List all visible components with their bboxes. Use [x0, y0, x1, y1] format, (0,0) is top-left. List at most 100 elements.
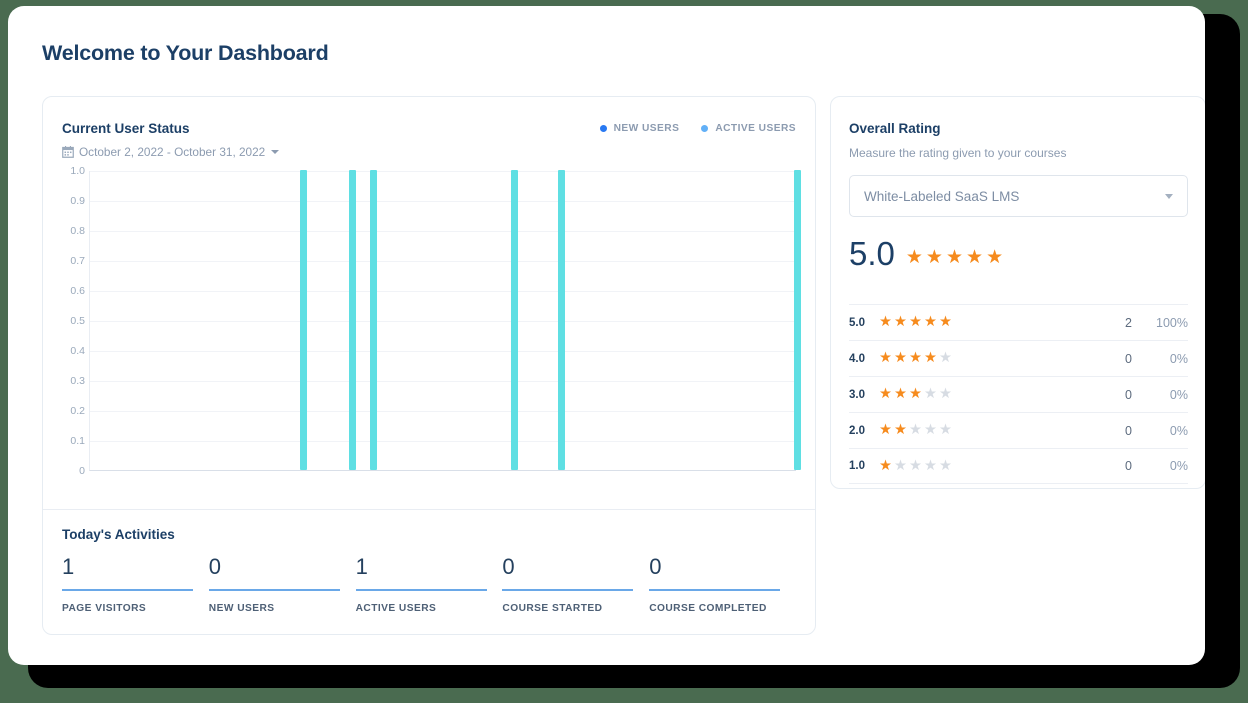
rating-breakdown-row[interactable]: 3.0 ★ ★ ★ ★ ★ 0 0%	[849, 376, 1188, 412]
y-axis-tick: 1.0	[70, 165, 85, 177]
y-axis-tick: 0.4	[70, 345, 85, 357]
activity-stat: 0 COURSE STARTED	[502, 554, 649, 615]
gridline	[90, 381, 796, 382]
rating-row-count: 2	[1125, 315, 1132, 330]
activity-stat: 0 NEW USERS	[208, 554, 356, 615]
star-filled-icon: ★	[909, 350, 922, 367]
rating-subtitle: Measure the rating given to your courses	[849, 146, 1067, 160]
overall-score-row: 5.0 ★ ★ ★ ★ ★	[849, 237, 1003, 270]
legend-item-active-users[interactable]: ACTIVE USERS	[701, 123, 796, 134]
gridline	[90, 201, 796, 202]
y-axis-tick: 0	[79, 465, 85, 477]
activity-stats: 1 PAGE VISITORS 0 NEW USERS 1 ACTIVE USERS 0 CO…	[62, 554, 796, 615]
rating-breakdown-row[interactable]: 2.0 ★ ★ ★ ★ ★ 0 0%	[849, 412, 1188, 448]
activity-stat-label: ACTIVE USERS	[355, 603, 437, 615]
rating-row-score: 5.0	[849, 316, 865, 329]
star-empty-icon: ★	[894, 457, 907, 474]
chevron-down-icon	[271, 150, 280, 154]
gridline	[90, 231, 796, 232]
chart-bar[interactable]	[793, 170, 801, 470]
star-empty-icon: ★	[909, 457, 922, 474]
rating-row-score: 2.0	[849, 424, 865, 437]
star-filled-icon: ★	[909, 314, 922, 331]
current-user-status-panel: Current User Status October 2, 2022 - Oc…	[42, 96, 816, 635]
rating-row-count: 0	[1125, 459, 1132, 473]
legend-dot-active-users	[701, 125, 709, 132]
chevron-down-icon	[1165, 193, 1173, 199]
activity-stat-label: COURSE STARTED	[502, 603, 603, 615]
activity-stat-rule	[649, 589, 781, 592]
y-axis-tick: 0.3	[70, 375, 85, 387]
activity-stat-rule	[502, 589, 634, 592]
y-axis-tick: 0.5	[70, 315, 85, 327]
course-select-value: White-Labeled SaaS LMS	[864, 188, 1020, 204]
legend-dot-new-users	[599, 125, 607, 132]
activities-title: Today's Activities	[62, 527, 175, 542]
star-filled-icon: ★	[905, 246, 923, 268]
rating-breakdown-row[interactable]: 1.0 ★ ★ ★ ★ ★ 0 0%	[849, 448, 1188, 484]
y-axis-tick: 0.6	[70, 285, 85, 297]
panel-divider	[43, 509, 815, 510]
chart-bar[interactable]	[349, 170, 357, 470]
rating-row-stars: ★ ★ ★ ★ ★	[879, 315, 1092, 330]
rating-row-stars: ★ ★ ★ ★ ★	[879, 351, 1092, 366]
activity-stat-value: 1	[62, 554, 75, 579]
rating-row-stars: ★ ★ ★ ★ ★	[879, 459, 1092, 474]
star-filled-icon: ★	[894, 314, 907, 331]
star-filled-icon: ★	[879, 422, 892, 439]
rating-row-percent: 0%	[1169, 423, 1188, 438]
activity-stat-rule	[208, 589, 340, 592]
activity-stat-label: NEW USERS	[208, 603, 275, 615]
gridline	[90, 291, 796, 292]
activity-stat-value: 0	[208, 554, 222, 579]
activity-stat-label: COURSE COMPLETED	[649, 603, 767, 615]
star-filled-icon: ★	[966, 246, 984, 268]
chart-bar[interactable]	[300, 170, 308, 470]
rating-breakdown-row[interactable]: 4.0 ★ ★ ★ ★ ★ 0 0%	[849, 340, 1188, 376]
activity-stat-value: 1	[355, 554, 368, 579]
rating-row-count: 0	[1125, 351, 1132, 366]
activity-stat-rule	[355, 589, 487, 592]
course-select[interactable]: White-Labeled SaaS LMS	[849, 175, 1188, 217]
star-filled-icon: ★	[986, 246, 1004, 268]
gridline	[90, 321, 796, 322]
y-axis-tick: 0.2	[70, 405, 85, 417]
star-filled-icon: ★	[894, 386, 907, 403]
star-empty-icon: ★	[924, 457, 937, 474]
calendar-icon	[62, 146, 74, 158]
y-axis-tick: 0.7	[70, 255, 85, 267]
activity-stat: 1 ACTIVE USERS	[355, 554, 503, 615]
dashboard-window: Welcome to Your Dashboard Current User S…	[8, 6, 1205, 665]
y-axis-tick: 0.1	[70, 435, 85, 447]
page-title: Welcome to Your Dashboard	[42, 41, 329, 65]
rating-breakdown-list: 5.0 ★ ★ ★ ★ ★ 2 100% 4.0 ★ ★ ★ ★ ★ 0 0% 3.0 ★ ★ ★ ★ ★ 0 0% 2.0 ★ ★…	[849, 304, 1188, 484]
chart-bar[interactable]	[558, 170, 566, 470]
star-filled-icon: ★	[879, 386, 892, 403]
bar-chart[interactable]	[89, 170, 801, 471]
gridline	[90, 441, 796, 442]
rating-row-percent: 100%	[1156, 315, 1188, 330]
star-filled-icon: ★	[909, 386, 922, 403]
star-filled-icon: ★	[879, 350, 892, 367]
legend-item-new-users[interactable]: NEW USERS	[599, 123, 680, 134]
rating-row-score: 3.0	[849, 388, 865, 401]
chart-legend: NEW USERS ACTIVE USERS	[599, 123, 796, 134]
rating-breakdown-row[interactable]: 5.0 ★ ★ ★ ★ ★ 2 100%	[849, 304, 1188, 340]
star-filled-icon: ★	[924, 314, 937, 331]
overall-score-stars: ★ ★ ★ ★ ★	[906, 241, 1003, 267]
gridline	[90, 351, 796, 352]
rating-row-percent: 0%	[1169, 387, 1188, 402]
rating-row-count: 0	[1125, 423, 1132, 438]
star-filled-icon: ★	[939, 314, 952, 331]
date-range-picker[interactable]: October 2, 2022 - October 31, 2022	[62, 145, 280, 159]
rating-row-stars: ★ ★ ★ ★ ★	[879, 387, 1092, 402]
chart-bar[interactable]	[370, 170, 378, 470]
rating-row-stars: ★ ★ ★ ★ ★	[879, 423, 1092, 438]
rating-row-score: 1.0	[849, 460, 865, 472]
legend-label-new-users: NEW USERS	[613, 123, 680, 134]
star-empty-icon: ★	[924, 386, 937, 403]
rating-row-percent: 0%	[1169, 351, 1188, 366]
rating-row-percent: 0%	[1169, 459, 1188, 473]
y-axis-labels: 1.0 0.9 0.8 0.7 0.6 0.5 0.4 0.3 0.2 0.1 0	[43, 165, 85, 477]
chart-bar[interactable]	[511, 170, 519, 470]
